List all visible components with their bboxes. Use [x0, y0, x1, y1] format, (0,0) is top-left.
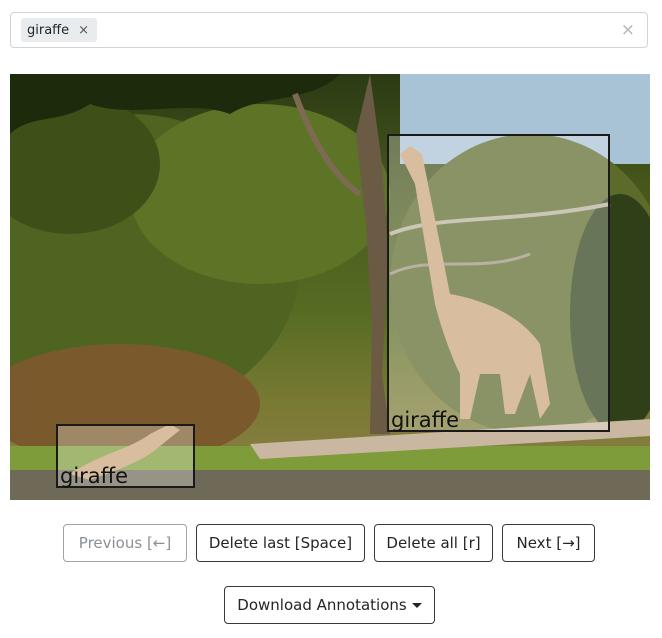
download-annotations-label: Download Annotations	[237, 596, 407, 614]
tag-chip-label: giraffe	[27, 22, 70, 38]
caret-down-icon	[411, 602, 422, 608]
annotation-label: giraffe	[60, 464, 129, 488]
annotation-box-giraffe-1[interactable]: giraffe	[387, 134, 610, 432]
delete-all-button[interactable]: Delete all [r]	[374, 524, 493, 562]
tag-remove-icon[interactable]: ×	[78, 23, 89, 38]
previous-button[interactable]: Previous [←]	[63, 524, 187, 562]
tag-chip-giraffe: giraffe ×	[21, 18, 98, 42]
label-tag-input[interactable]: giraffe × ×	[10, 12, 648, 48]
clear-tags-icon[interactable]: ×	[621, 20, 635, 40]
annotation-canvas[interactable]: giraffe giraffe	[10, 74, 650, 500]
next-button[interactable]: Next [→]	[502, 524, 595, 562]
annotation-label: giraffe	[391, 408, 460, 432]
delete-last-button[interactable]: Delete last [Space]	[196, 524, 365, 562]
download-annotations-button[interactable]: Download Annotations	[224, 586, 435, 624]
annotation-box-giraffe-2[interactable]: giraffe	[56, 424, 195, 488]
